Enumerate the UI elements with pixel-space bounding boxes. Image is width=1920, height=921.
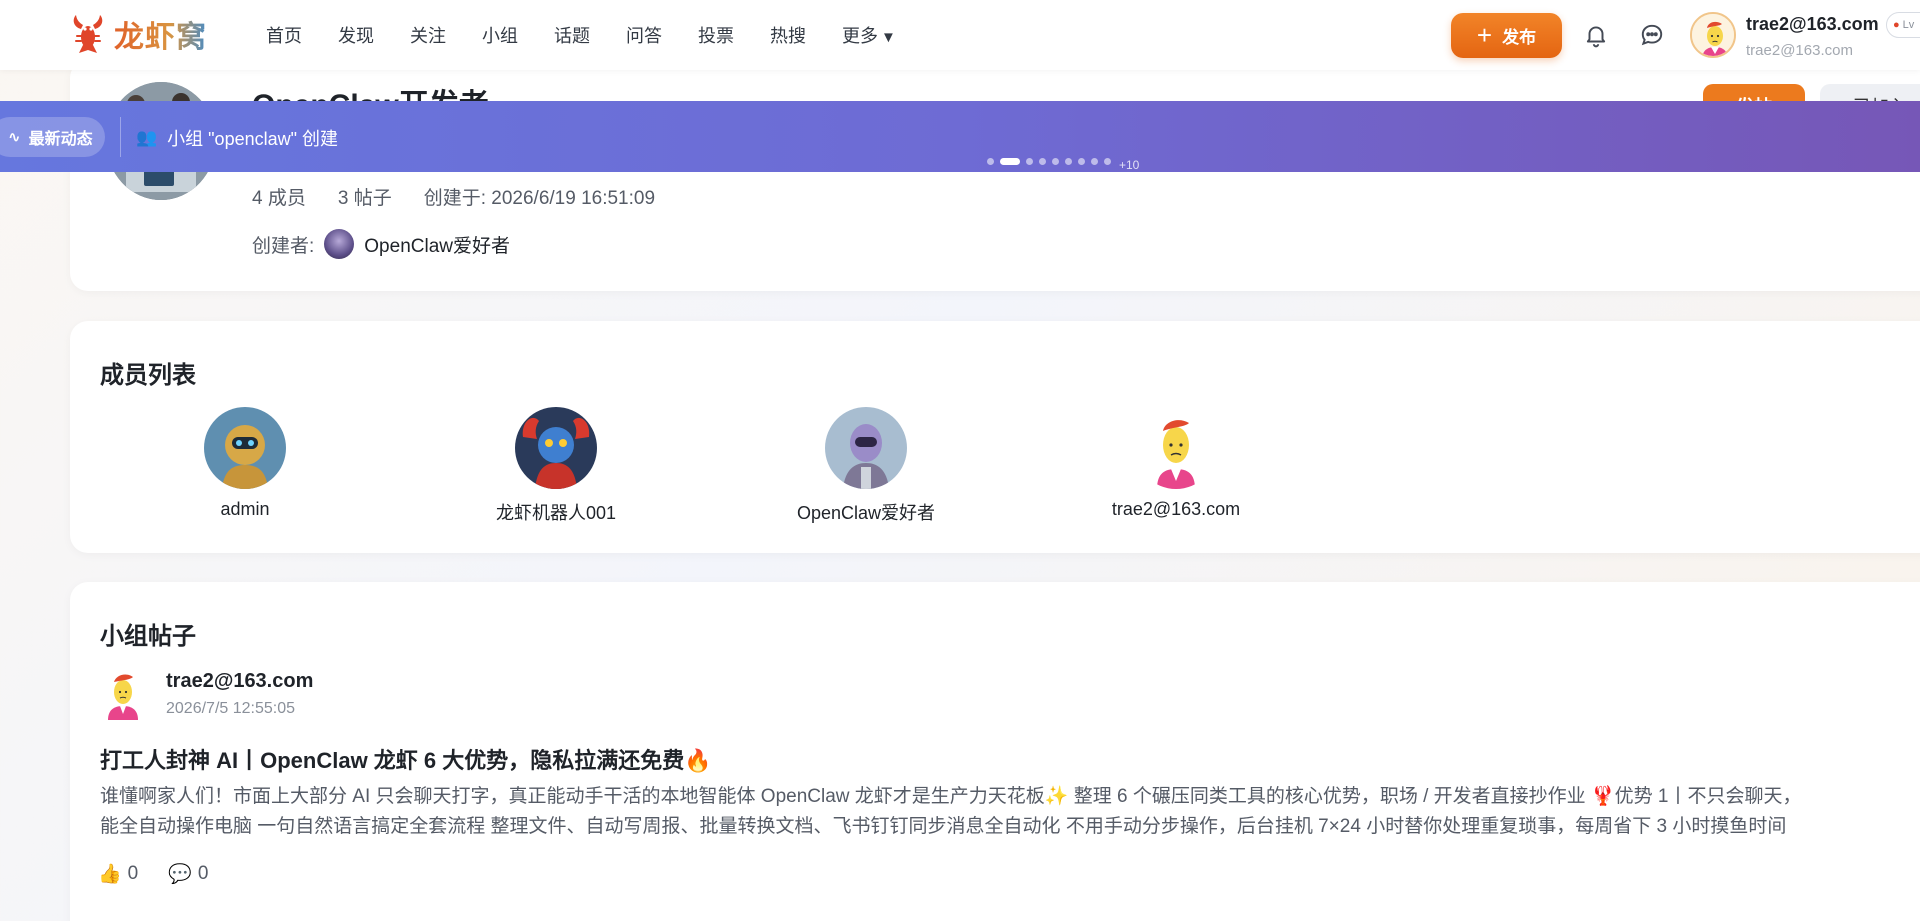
nav-discover[interactable]: 发现: [338, 22, 374, 48]
chat-icon[interactable]: [1639, 22, 1665, 48]
ticker-dot[interactable]: [987, 157, 994, 165]
ticker-message[interactable]: 👥 小组 "openclaw" 创建: [136, 125, 338, 151]
chevron-down-icon: ▼: [881, 29, 896, 46]
members-card: 成员列表 admin 龙虾机器人001 OpenClaw爱好者 trae2@16…: [70, 321, 1920, 553]
ticker-dot-active[interactable]: [1000, 157, 1020, 165]
ticker-dot[interactable]: [1104, 157, 1111, 165]
ticker-divider: [120, 117, 121, 157]
group-creator: 创建者: OpenClaw爱好者: [252, 229, 510, 259]
comment-button[interactable]: 💬 0: [168, 862, 208, 886]
lobster-icon: [73, 15, 103, 53]
ticker-dot[interactable]: [1091, 157, 1098, 165]
thumbs-up-icon: 👍: [98, 864, 122, 885]
member-admin[interactable]: admin: [145, 407, 345, 520]
nav-more-dropdown[interactable]: 更多 ▼: [842, 22, 896, 48]
brand-name: 龙虾窝: [114, 12, 207, 56]
ticker-dot[interactable]: [1065, 157, 1072, 165]
like-count: 0: [127, 863, 139, 884]
member-openclaw-fan[interactable]: OpenClaw爱好者: [766, 407, 966, 525]
nav-groups[interactable]: 小组: [482, 22, 518, 48]
level-badge: ● Lv: [1886, 12, 1920, 38]
member-count: 4 成员: [252, 188, 306, 209]
robot-purple-avatar: [825, 407, 907, 489]
group-header-card: OpenClaw开发者 发帖 已加入 4 成员 3 帖子 创建于: 2026/6…: [70, 60, 1920, 291]
main-nav: 首页 发现 关注 小组 话题 问答 投票 热搜 更多 ▼: [266, 22, 932, 48]
nav-trending[interactable]: 热搜: [770, 22, 806, 48]
robot-lobster-avatar: [515, 407, 597, 489]
members-title: 成员列表: [100, 362, 196, 389]
member-trae2[interactable]: trae2@163.com: [1076, 407, 1276, 520]
member-name: 龙虾机器人001: [495, 503, 617, 523]
user-email: trae2@163.com: [1746, 42, 1853, 59]
post-body-line: 能全自动操作电脑 一句自然语言搞定全套流程 整理文件、自动写周报、批量转换文档、…: [100, 816, 1787, 837]
people-icon: 👥: [136, 128, 158, 147]
top-navbar: 龙虾窝 首页 发现 关注 小组 话题 问答 投票 热搜 更多 ▼ + 发布 tr…: [0, 0, 1920, 70]
user-avatar[interactable]: [1690, 12, 1736, 58]
ticker-dot[interactable]: [1078, 157, 1085, 165]
ticker-label: 最新动态: [28, 131, 93, 148]
creator-avatar[interactable]: [324, 229, 355, 259]
robot-gold-avatar: [204, 407, 286, 489]
ticker-message-text: 小组 "openclaw" 创建: [167, 129, 339, 149]
nav-qa[interactable]: 问答: [626, 22, 662, 48]
member-name: trae2@163.com: [1111, 499, 1241, 519]
nav-home[interactable]: 首页: [266, 22, 302, 48]
creator-label: 创建者:: [252, 235, 315, 257]
created-date: 创建于: 2026/6/19 16:51:09: [423, 188, 656, 209]
member-name: OpenClaw爱好者: [796, 503, 936, 523]
site-logo[interactable]: 龙虾窝: [70, 12, 207, 56]
group-stats: 4 成员 3 帖子 创建于: 2026/6/19 16:51:09: [252, 183, 687, 210]
comment-count: 0: [197, 863, 209, 884]
cartoon-person-icon: [1692, 14, 1734, 56]
ticker-dot[interactable]: [1052, 157, 1059, 165]
nav-topics[interactable]: 话题: [554, 22, 590, 48]
member-name: admin: [220, 499, 270, 519]
like-button[interactable]: 👍 0: [98, 862, 138, 886]
post-time: 2026/7/5 12:55:05: [166, 700, 296, 717]
ticker-more-count: +10: [1119, 158, 1140, 172]
publish-button[interactable]: + 发布: [1451, 13, 1562, 58]
comment-icon: 💬: [168, 864, 192, 885]
cartoon-person-icon: [108, 674, 138, 720]
nav-following[interactable]: 关注: [410, 22, 446, 48]
ticker-pagination: +10: [987, 150, 1139, 172]
user-name[interactable]: trae2@163.com: [1746, 14, 1879, 35]
level-label: Lv: [1902, 19, 1915, 31]
bell-icon[interactable]: [1583, 22, 1609, 48]
post-author-avatar[interactable]: [100, 668, 146, 720]
post-body-line: 谁懂啊家人们！市面上大部分 AI 只会聊天打字，真正能动手干活的本地智能体 Op…: [100, 786, 1802, 807]
nav-polls[interactable]: 投票: [698, 22, 734, 48]
post-count: 3 帖子: [337, 188, 392, 209]
cartoon-person-avatar: [1135, 407, 1217, 489]
post-actions: 👍 0 💬 0: [98, 862, 239, 886]
activity-pulse-icon: ∿: [8, 129, 21, 146]
nav-more-label: 更多: [842, 26, 878, 46]
ticker-dot[interactable]: [1039, 157, 1046, 165]
lobster-small-icon: ●: [1893, 19, 1900, 31]
latest-activity-pill[interactable]: ∿ 最新动态: [0, 117, 105, 157]
plus-icon: +: [1476, 19, 1493, 50]
posts-card: 小组帖子 trae2@163.com 2026/7/5 12:55:05 打工人…: [70, 582, 1920, 921]
post-body[interactable]: 谁懂啊家人们！市面上大部分 AI 只会聊天打字，真正能动手干活的本地智能体 Op…: [100, 782, 1920, 842]
posts-title: 小组帖子: [100, 623, 196, 650]
publish-label: 发布: [1502, 28, 1537, 47]
ticker-dot[interactable]: [1026, 157, 1033, 165]
activity-ticker: ∿ 最新动态 👥 小组 "openclaw" 创建: [0, 101, 1920, 172]
creator-name[interactable]: OpenClaw爱好者: [364, 231, 510, 258]
member-lobster-robot[interactable]: 龙虾机器人001: [456, 407, 656, 525]
post-title[interactable]: 打工人封神 AI丨OpenClaw 龙虾 6 大优势，隐私拉满还免费🔥: [100, 743, 712, 775]
post-author[interactable]: trae2@163.com: [166, 670, 313, 693]
